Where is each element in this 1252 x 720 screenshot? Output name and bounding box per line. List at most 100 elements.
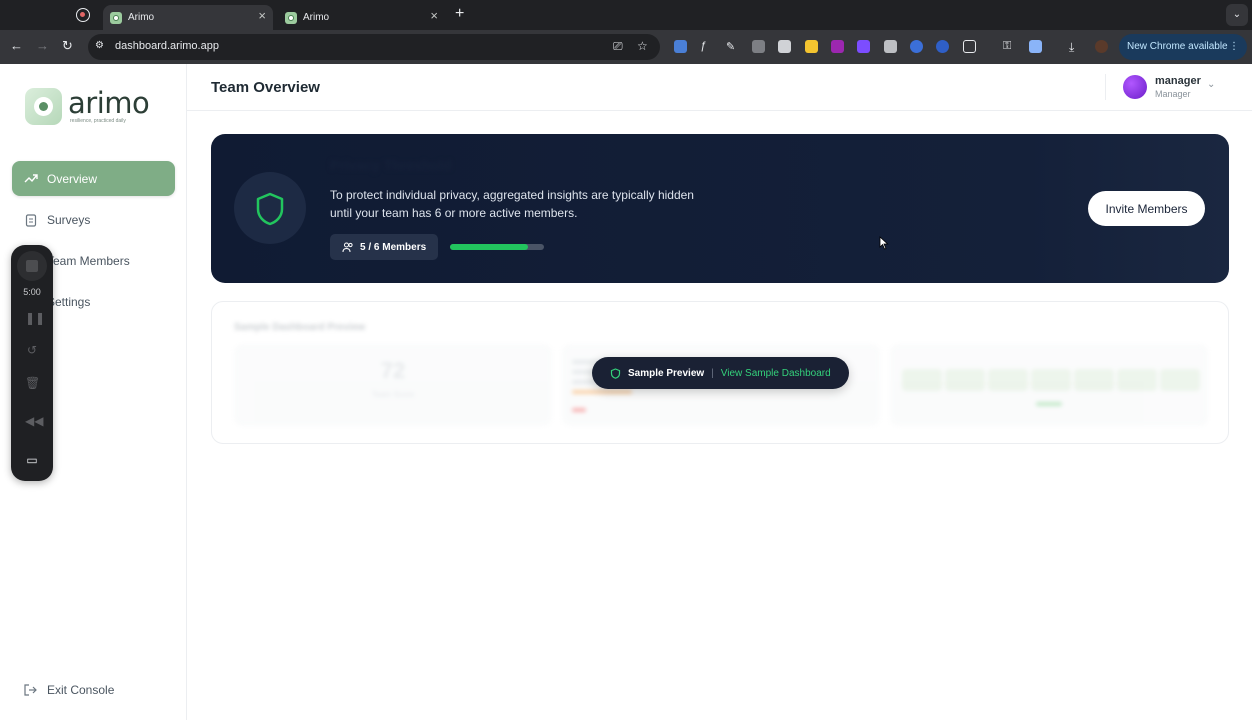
- extensions-icon[interactable]: [963, 40, 976, 53]
- page-title: Team Overview: [211, 79, 320, 96]
- note-extension-icon[interactable]: [805, 40, 818, 53]
- tab-title: Arimo: [128, 12, 155, 23]
- pen-extension-icon[interactable]: ✎: [726, 40, 739, 53]
- user-name[interactable]: manager: [1155, 75, 1201, 87]
- members-progress-fill: [450, 244, 529, 250]
- browser-tab-strip: Arimo × Arimo × + ⌄: [0, 0, 1252, 30]
- site-info-icon[interactable]: ⚙: [95, 40, 109, 54]
- preview-heatmap-tile: [890, 344, 1208, 426]
- trend-icon: [24, 173, 38, 182]
- preview-cell: [988, 369, 1028, 391]
- header-divider: [1105, 74, 1106, 100]
- preview-heading: Sample Dashboard Preview: [234, 322, 366, 333]
- camera-extension-icon[interactable]: [752, 40, 765, 53]
- preview-bar: [572, 408, 586, 412]
- logout-icon: [24, 684, 37, 696]
- close-tab-icon[interactable]: ×: [258, 8, 266, 23]
- browser-tab-active[interactable]: Arimo ×: [103, 5, 273, 30]
- download-extension-icon[interactable]: [831, 40, 844, 53]
- new-tab-icon[interactable]: +: [455, 5, 464, 23]
- sidebar-item-label: Team Members: [47, 253, 130, 268]
- bookmark-star-icon[interactable]: ☆: [637, 39, 648, 53]
- preview-cell: [1117, 369, 1157, 391]
- tab-search-icon[interactable]: ⌄: [1226, 4, 1248, 26]
- recording-indicator-icon: [76, 8, 90, 22]
- mouse-cursor-icon: [879, 236, 889, 250]
- sidebar-item-surveys[interactable]: Surveys: [12, 202, 175, 237]
- view-sample-dashboard-link[interactable]: View Sample Dashboard: [721, 368, 831, 379]
- preview-score-tile: 72 Team Score: [234, 344, 552, 426]
- downloads-icon[interactable]: ⤓: [1069, 40, 1082, 54]
- privacy-description: To protect individual privacy, aggregate…: [330, 188, 694, 220]
- stack-extension-icon[interactable]: [857, 40, 870, 53]
- new-chrome-available-button[interactable]: New Chrome available ⋮: [1119, 34, 1247, 60]
- page-header: Team Overview manager Manager ⌄: [187, 64, 1252, 111]
- rewind-icon[interactable]: ◀◀: [25, 414, 43, 428]
- sidebar-item-label: Settings: [47, 294, 91, 309]
- preview-bar: [1036, 402, 1062, 406]
- arimo-logo-icon: [25, 88, 62, 125]
- members-count-badge: 5 / 6 Members: [330, 234, 438, 260]
- arimo-favicon-icon: [285, 11, 297, 24]
- exit-console-label: Exit Console: [47, 683, 115, 697]
- sample-preview-card: Sample Dashboard Preview 72 Team Score S…: [211, 301, 1229, 444]
- key-icon[interactable]: ⚿: [1003, 40, 1016, 53]
- tab-title: Arimo: [303, 12, 330, 23]
- browser-toolbar: ← → ↻ ⚙ dashboard.arimo.app ⎚ ☆ ƒ ✎ ⚿ ⤓ …: [0, 30, 1252, 64]
- close-tab-icon[interactable]: ×: [430, 8, 438, 23]
- update-label: New Chrome available: [1127, 41, 1228, 52]
- members-progress-bar: [450, 244, 544, 250]
- translate-extension-icon[interactable]: [674, 40, 687, 53]
- profile-avatar-icon[interactable]: [1095, 40, 1108, 53]
- user-role: Manager: [1155, 89, 1191, 99]
- arimo-favicon-icon: [110, 11, 122, 24]
- preview-cell: [902, 369, 942, 391]
- preview-score-value: 72: [380, 358, 406, 383]
- sidebar-item-label: Overview: [47, 171, 98, 186]
- logo-wordmark: arimo: [68, 86, 150, 120]
- url-text: dashboard.arimo.app: [115, 40, 219, 52]
- install-app-icon[interactable]: ⎚: [613, 39, 623, 54]
- translate-icon[interactable]: [1029, 40, 1042, 53]
- reload-icon[interactable]: ↻: [62, 38, 73, 54]
- badge-divider: |: [711, 367, 714, 379]
- menu-dots-icon[interactable]: ⋮: [1229, 34, 1239, 60]
- circle-extension-icon[interactable]: [910, 40, 923, 53]
- preview-bar: [572, 390, 632, 394]
- shield-icon: [610, 367, 621, 379]
- clipboard-icon: [25, 213, 37, 227]
- privacy-threshold-card: Privacy Threshold To protect individual …: [211, 134, 1229, 283]
- puzzle-extension-icon[interactable]: [884, 40, 897, 53]
- shield-badge: [234, 172, 306, 244]
- doc-extension-icon[interactable]: [778, 40, 791, 53]
- members-count-label: 5 / 6 Members: [360, 241, 427, 253]
- camera-icon[interactable]: ▭: [25, 453, 39, 467]
- preview-score-caption: Team Score: [371, 390, 415, 399]
- sidebar-item-label: Surveys: [47, 212, 91, 227]
- avatar[interactable]: [1123, 75, 1147, 99]
- chevron-down-icon[interactable]: ⌄: [1207, 79, 1215, 90]
- back-icon[interactable]: ←: [10, 38, 23, 53]
- shield-icon: [256, 192, 284, 226]
- users-icon: [342, 242, 353, 253]
- arimo-logo[interactable]: arimo resilience, practiced daily: [25, 86, 165, 128]
- sample-preview-label: Sample Preview: [628, 367, 705, 379]
- formula-extension-icon[interactable]: ƒ: [700, 40, 713, 53]
- sidebar-item-overview[interactable]: Overview: [12, 161, 175, 196]
- trash-icon[interactable]: 🗑: [25, 376, 40, 390]
- gear-extension-icon[interactable]: [936, 40, 949, 53]
- recording-timer: 5:00: [23, 287, 41, 297]
- stop-recording-icon[interactable]: [17, 251, 47, 281]
- address-bar[interactable]: ⚙ dashboard.arimo.app ⎚ ☆: [88, 34, 660, 60]
- forward-icon[interactable]: →: [36, 38, 49, 53]
- pause-icon[interactable]: ❚❚: [25, 311, 45, 325]
- invite-members-button[interactable]: Invite Members: [1088, 191, 1205, 226]
- privacy-title: Privacy Threshold: [330, 157, 452, 173]
- restart-icon[interactable]: ↺: [25, 343, 39, 357]
- browser-tab[interactable]: Arimo ×: [278, 5, 445, 30]
- screen-recorder-panel: 5:00 ❚❚ ↺ 🗑 ◀◀ ▭: [11, 245, 53, 481]
- preview-cell: [1031, 369, 1071, 391]
- preview-cell: [945, 369, 985, 391]
- preview-cell: [1160, 369, 1200, 391]
- exit-console-button[interactable]: Exit Console: [23, 683, 114, 697]
